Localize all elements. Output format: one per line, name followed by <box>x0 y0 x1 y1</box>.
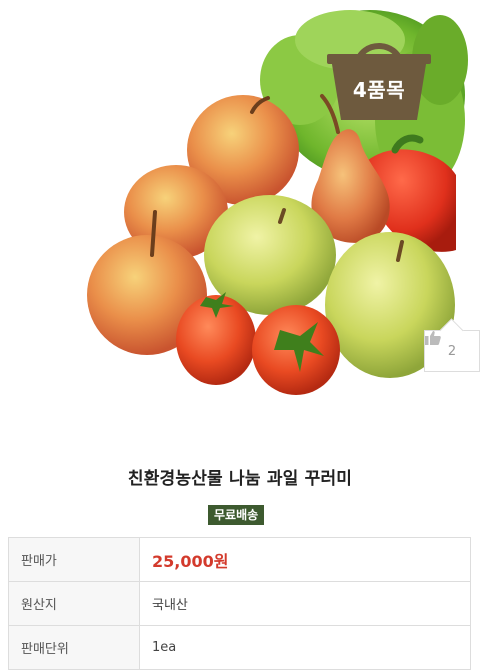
tomato-shape <box>252 305 340 395</box>
like-button[interactable]: 2 <box>424 330 480 372</box>
price-value: 25,000원 <box>152 551 229 571</box>
sale-unit-label: 판매단위 <box>8 625 140 670</box>
product-image: 4품목 2 <box>0 0 480 420</box>
like-count: 2 <box>447 343 457 359</box>
item-count-badge: 4품목 <box>327 30 431 122</box>
origin-label: 원산지 <box>8 581 140 626</box>
table-row: 판매단위 1ea <box>8 625 471 670</box>
table-row: 원산지 국내산 <box>8 581 471 626</box>
product-title: 친환경농산물 나눔 과일 꾸러미 <box>127 469 353 489</box>
sale-unit-value: 1ea <box>139 625 471 670</box>
thumbs-up-icon <box>425 331 441 345</box>
table-row: 판매가 25,000원 <box>8 537 471 582</box>
item-count-label: 4품목 <box>352 78 406 102</box>
product-info-table: 판매가 25,000원 원산지 국내산 판매단위 1ea <box>8 537 471 670</box>
price-label: 판매가 <box>8 537 140 582</box>
origin-value: 국내산 <box>139 581 471 626</box>
free-shipping-badge: 무료배송 <box>208 505 265 525</box>
price-value-cell: 25,000원 <box>139 537 471 582</box>
